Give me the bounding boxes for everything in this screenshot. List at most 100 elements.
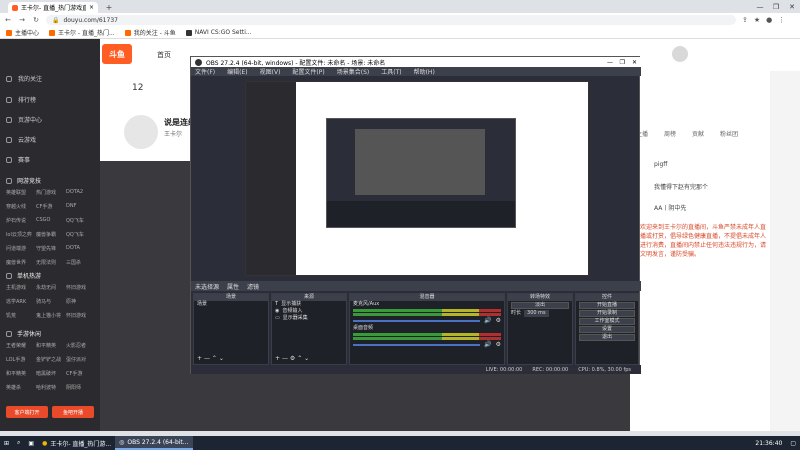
game-link[interactable]: 主机游戏 [6,284,36,291]
game-link[interactable]: 原神 [66,298,96,305]
remove-scene-icon[interactable]: — [204,355,210,362]
game-link[interactable]: 无限法则 [36,259,66,266]
source-item[interactable]: T 显示捕获 [272,301,346,308]
game-link[interactable]: 鬼上猫小将 [36,312,66,319]
duration-input[interactable]: 300 ms [524,310,549,317]
sidebar-item-webgame[interactable]: 页游中心 [6,115,42,124]
bookmark-item[interactable]: NAVI CS:GO Setti... [185,29,252,36]
rank-user[interactable]: pigff [654,161,667,168]
game-link[interactable]: 哈利波特 [36,384,66,391]
menu-icon[interactable]: ⋮ [778,16,785,24]
game-link[interactable]: 骑马与 [36,298,66,305]
game-link[interactable]: 饥荒 [6,312,36,319]
bookmark-item[interactable]: 主播中心 [6,28,39,37]
exit-button[interactable]: 退出 [579,334,635,341]
gear-icon[interactable]: ⚙ [496,317,501,324]
remove-source-icon[interactable]: — [282,355,288,362]
game-link[interactable]: 穿越火线 [6,203,36,210]
close-window-icon[interactable]: ✕ [784,0,800,13]
sidebar-item-cloudgame[interactable]: 云游戏 [6,135,36,144]
obs-maximize-icon[interactable]: ❐ [620,59,625,66]
start-button[interactable]: ⊞ [0,436,13,450]
tab-week[interactable]: 周榜 [664,129,676,138]
menu-edit[interactable]: 编辑(E) [227,67,247,76]
reload-icon[interactable]: ↻ [32,16,40,24]
game-link[interactable]: 热门游戏 [36,189,66,196]
minimize-icon[interactable]: — [752,0,768,13]
sidebar-item-rank[interactable]: 排行榜 [6,95,36,104]
volume-slider[interactable] [353,319,481,322]
menu-profile[interactable]: 配置文件(P) [292,67,324,76]
bookmark-item[interactable]: 我的关注 - 斗鱼 [124,28,176,37]
move-down-icon[interactable]: ⌄ [219,355,224,362]
transition-select[interactable]: 淡出 [511,302,569,309]
game-link[interactable]: 英雄联盟 [6,189,36,196]
taskview-button[interactable]: ▣ [24,436,38,450]
game-link[interactable]: 暗黑破坏 [36,370,66,377]
game-link[interactable]: 王者荣耀 [6,342,36,349]
scene-item[interactable]: 场景 [194,301,268,308]
source-item[interactable]: ▭ 显示器采集 [272,315,346,322]
add-source-icon[interactable]: + [275,355,280,362]
game-link[interactable]: QQ飞车 [66,217,96,224]
client-open-button[interactable]: 客户端打开 [6,406,48,418]
fishbar-live-button[interactable]: 鱼吧开播 [52,406,94,418]
game-link[interactable]: DNF [66,203,96,210]
tab-contrib[interactable]: 贡献 [692,129,704,138]
game-link[interactable]: 和平精英 [36,342,66,349]
move-down-icon[interactable]: ⌄ [304,355,309,362]
add-scene-icon[interactable]: + [197,355,202,362]
game-link[interactable]: DOTA2 [66,189,96,196]
game-link[interactable]: QQ飞车 [66,231,96,238]
game-link[interactable]: 炉石传说 [6,217,36,224]
profile-icon[interactable]: ● [766,16,772,24]
game-link[interactable]: 火影忍者 [66,342,96,349]
game-link[interactable]: CSGO [36,217,66,224]
game-link[interactable]: 魔兽争霸 [36,231,66,238]
game-link[interactable]: 金铲铲之战 [36,356,66,363]
game-link[interactable]: 永劫无间 [36,284,66,291]
game-link[interactable]: 阴阳师 [66,384,96,391]
gear-icon[interactable]: ⚙ [496,341,501,348]
speaker-icon[interactable]: 🔊 [484,317,491,324]
anchor-avatar[interactable] [124,115,158,149]
new-tab-button[interactable]: + [104,2,114,12]
tab-fans[interactable]: 粉丝团 [720,129,738,138]
nav-home[interactable]: 首页 [157,50,171,60]
user-avatar[interactable] [672,46,688,62]
start-recording-button[interactable]: 开始录制 [579,310,635,317]
game-link[interactable]: 魔兽世界 [6,259,36,266]
douyu-logo[interactable]: 斗鱼 [102,44,132,64]
bookmark-star-icon[interactable]: ★ [754,16,760,24]
forward-icon[interactable]: → [18,16,26,24]
game-link[interactable]: 问道端游 [6,245,36,252]
browser-tab[interactable]: 王卡尔- 直播_热门游戏直播_斗... × [8,2,98,13]
sidebar-item-match[interactable]: 赛事 [6,155,30,164]
search-button[interactable]: ⌕ [13,436,24,450]
move-up-icon[interactable]: ⌃ [297,355,302,362]
back-icon[interactable]: ← [4,16,12,24]
rank-user[interactable]: AA丨阴中先 [654,203,686,212]
volume-slider[interactable] [353,343,481,346]
filters-button[interactable]: 滤镜 [247,282,259,291]
game-link[interactable]: LOL手游 [6,356,36,363]
game-link[interactable]: 怀旧游戏 [66,312,96,319]
game-link[interactable]: 三国杀 [66,259,96,266]
close-tab-icon[interactable]: × [89,4,94,11]
game-link[interactable]: DOTA [66,245,96,252]
sidebar-item-follow[interactable]: 我的关注 [6,74,42,83]
menu-file[interactable]: 文件(F) [195,67,215,76]
game-link[interactable]: 英雄杀 [6,384,36,391]
obs-close-icon[interactable]: ✕ [632,59,637,66]
rank-user[interactable]: 我懂得下赵有完那个 [654,182,708,191]
anchor-name[interactable]: 王卡尔 [164,129,182,138]
bookmark-item[interactable]: 王卡尔 - 直播_热门... [49,28,115,37]
properties-button[interactable]: 属性 [227,282,239,291]
source-item[interactable]: ◉ 音频输入 [272,308,346,315]
game-link[interactable]: 逃学ARK [6,298,36,305]
studio-mode-button[interactable]: 工作室模式 [579,318,635,325]
game-link[interactable]: CF手游 [36,203,66,210]
speaker-icon[interactable]: 🔊 [484,341,491,348]
game-link[interactable]: lol云顶之弈 [6,231,36,238]
menu-tools[interactable]: 工具(T) [381,67,401,76]
